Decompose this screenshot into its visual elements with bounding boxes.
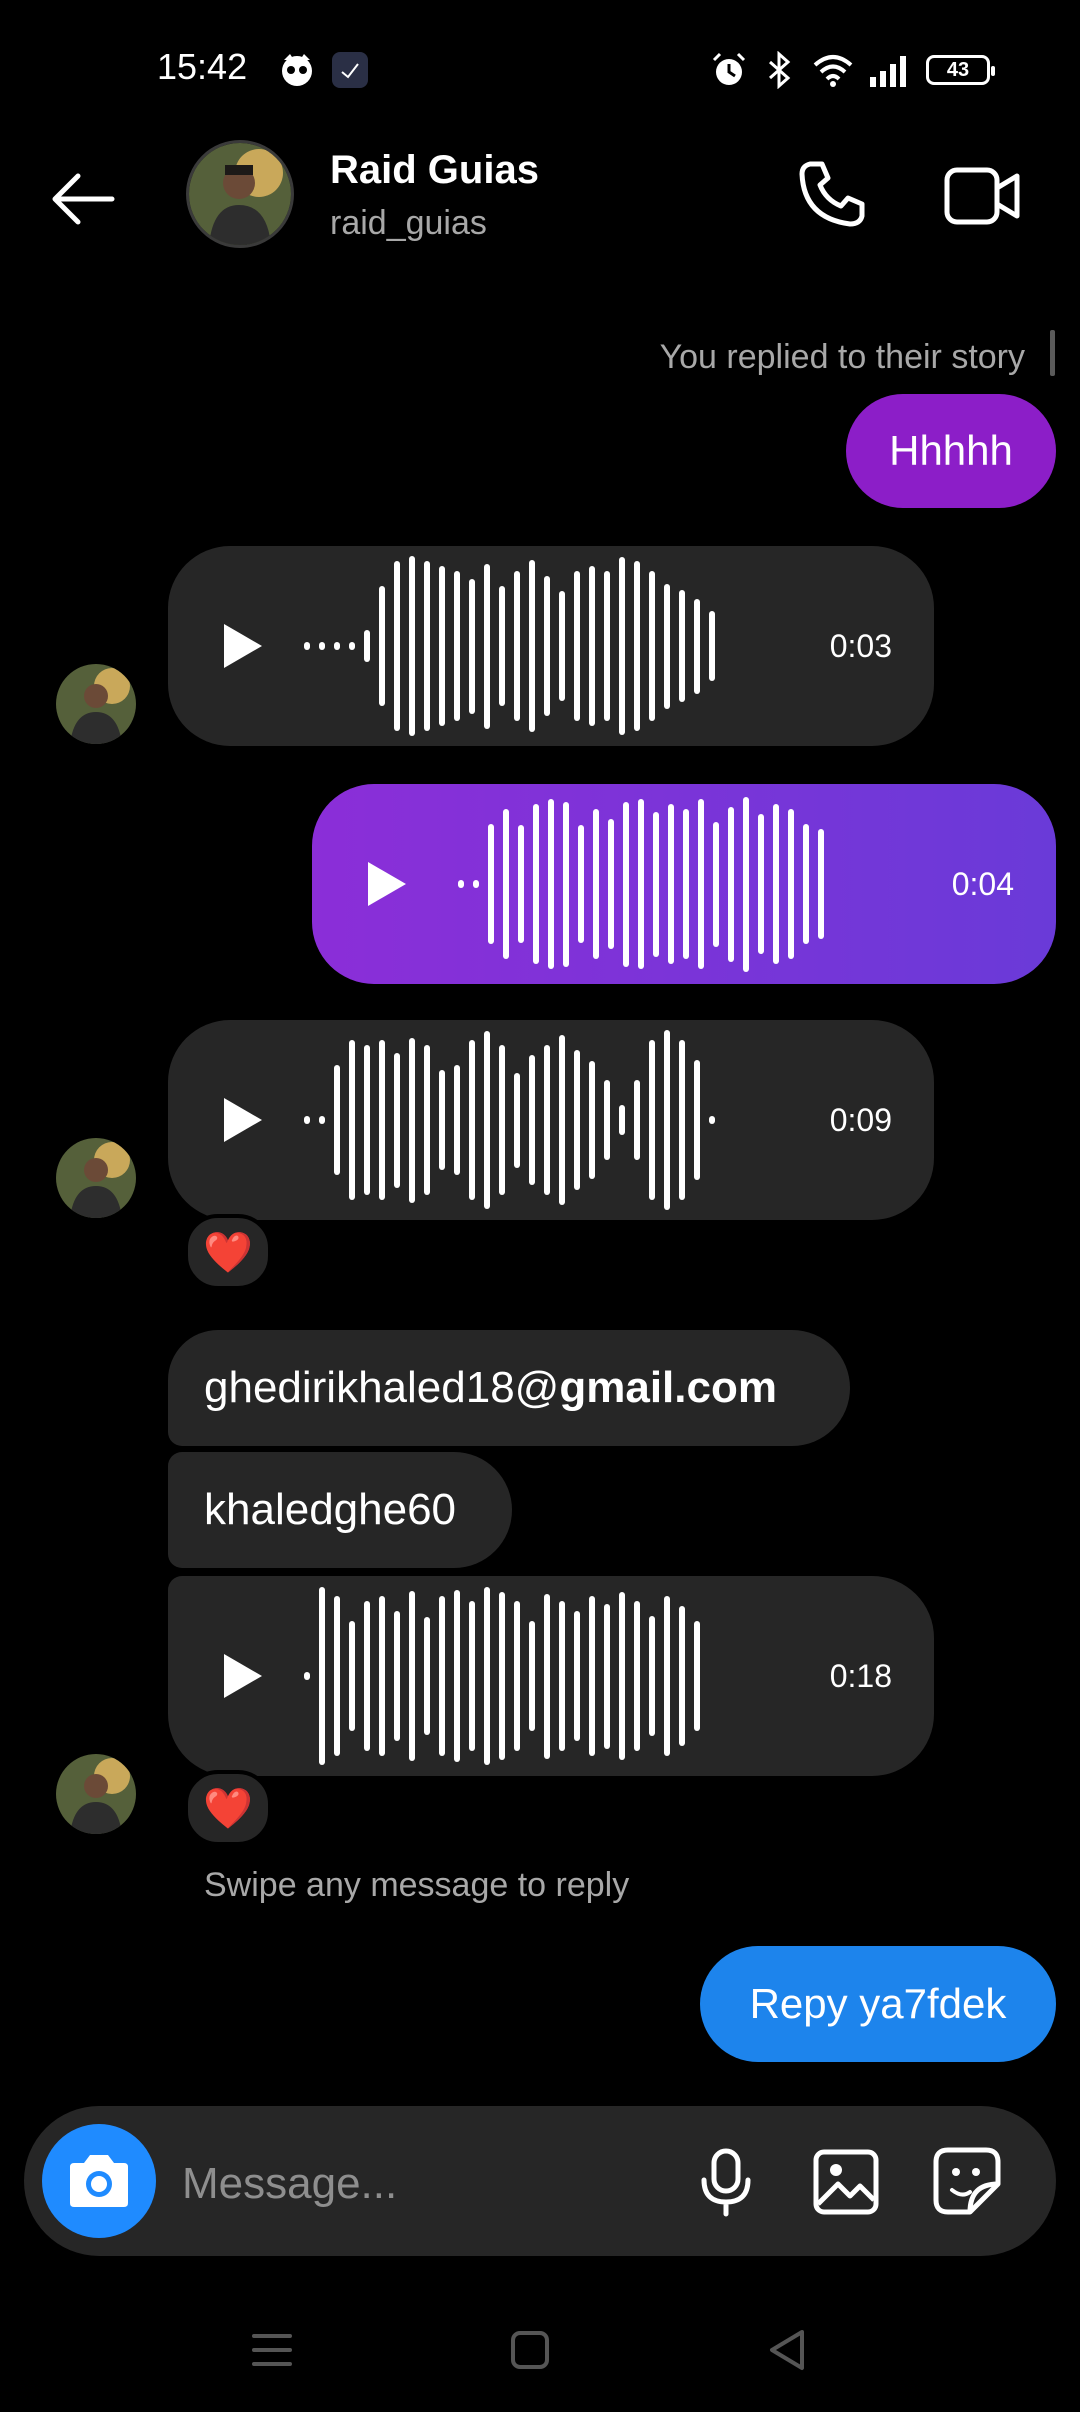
message-text: Hhhhh xyxy=(889,427,1013,474)
incoming-text-message[interactable]: ghedirikhaled18@gmail.com xyxy=(168,1330,850,1446)
voice-duration: 0:03 xyxy=(829,627,892,664)
home-square-icon[interactable] xyxy=(500,2320,560,2380)
battery-level: 43 xyxy=(946,58,970,81)
signal-icon xyxy=(870,56,906,87)
story-reply-note: You replied to their story xyxy=(659,338,1025,376)
outgoing-text-message[interactable]: Repy ya7fdek xyxy=(700,1946,1056,2062)
contact-username[interactable]: raid_guias xyxy=(330,204,487,243)
contact-name[interactable]: Raid Guias xyxy=(330,148,539,193)
swipe-hint: Swipe any message to reply xyxy=(204,1866,630,1904)
voice-duration: 0:04 xyxy=(951,865,1014,902)
incoming-voice-message[interactable]: 0:09 xyxy=(168,1020,934,1220)
gallery-icon[interactable] xyxy=(812,2148,880,2216)
play-icon[interactable] xyxy=(220,1095,264,1145)
status-time: 15:42 xyxy=(157,46,248,87)
waveform xyxy=(304,1025,724,1215)
sticker-icon[interactable] xyxy=(932,2146,1002,2216)
battery-icon: 43 xyxy=(926,55,995,85)
menu-icon[interactable] xyxy=(242,2320,302,2380)
wifi-icon xyxy=(813,55,853,87)
email-local: ghedirikhaled18@ xyxy=(204,1363,560,1412)
microphone-icon[interactable] xyxy=(696,2148,756,2218)
alarm-icon xyxy=(712,52,746,85)
reaction-heart[interactable]: ❤️ xyxy=(184,1770,272,1846)
waveform xyxy=(458,789,833,979)
camera-button[interactable] xyxy=(42,2124,156,2238)
play-icon[interactable] xyxy=(364,859,408,909)
play-icon[interactable] xyxy=(220,621,264,671)
sender-avatar[interactable] xyxy=(56,1754,136,1834)
outgoing-text-message[interactable]: Hhhhh xyxy=(846,394,1056,508)
voice-duration: 0:09 xyxy=(829,1101,892,1138)
back-arrow-icon[interactable] xyxy=(46,162,120,236)
message-text: ghedirikhaled18@gmail.com xyxy=(204,1363,777,1413)
incoming-text-message[interactable]: khaledghe60 xyxy=(168,1452,512,1568)
reaction-heart[interactable]: ❤️ xyxy=(184,1214,272,1290)
waveform xyxy=(304,1581,709,1771)
back-triangle-icon[interactable] xyxy=(758,2320,818,2380)
waveform xyxy=(304,551,724,741)
status-icons: 43 xyxy=(710,48,995,92)
sender-avatar[interactable] xyxy=(56,664,136,744)
story-reply-indicator xyxy=(1050,330,1055,376)
outgoing-voice-message[interactable]: 0:04 xyxy=(312,784,1056,984)
calendar-notification-icon xyxy=(330,50,370,90)
incoming-voice-message[interactable]: 0:18 xyxy=(168,1576,934,1776)
phone-call-icon[interactable] xyxy=(796,158,868,230)
message-text: khaledghe60 xyxy=(204,1485,457,1534)
sender-avatar[interactable] xyxy=(56,1138,136,1218)
camera-icon xyxy=(70,2155,128,2207)
app-notification-icon xyxy=(276,50,318,90)
avatar[interactable] xyxy=(186,140,294,248)
email-domain: gmail.com xyxy=(559,1363,777,1412)
voice-duration: 0:18 xyxy=(829,1657,892,1694)
message-text: Repy ya7fdek xyxy=(749,1980,1007,2027)
play-icon[interactable] xyxy=(220,1651,264,1701)
bluetooth-icon xyxy=(769,51,791,89)
video-call-icon[interactable] xyxy=(944,160,1020,232)
message-input[interactable] xyxy=(180,2150,664,2218)
incoming-voice-message[interactable]: 0:03 xyxy=(168,546,934,746)
